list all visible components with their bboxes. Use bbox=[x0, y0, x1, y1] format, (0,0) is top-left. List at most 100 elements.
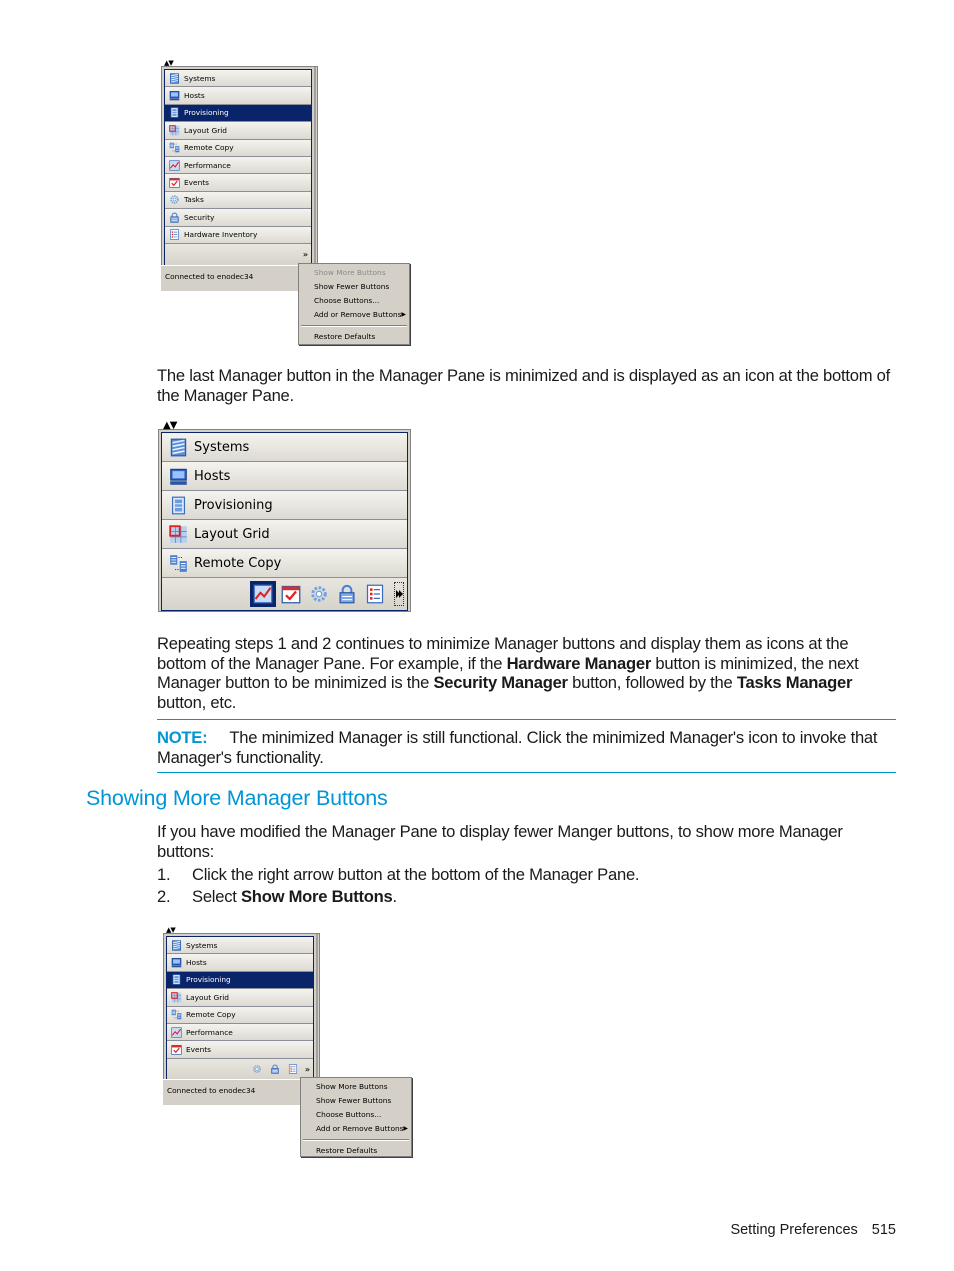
manager-button-events[interactable]: Events bbox=[167, 1041, 313, 1059]
step-text: Click the right arrow button at the bott… bbox=[192, 865, 640, 884]
minimized-buttons-bar bbox=[162, 578, 407, 610]
pane-splitter bbox=[314, 67, 316, 268]
manager-button-performance[interactable]: Performance bbox=[165, 156, 311, 175]
manager-button-hosts[interactable]: Hosts bbox=[165, 87, 311, 105]
menu-item-show-fewer-buttons[interactable]: Show Fewer Buttons bbox=[301, 1094, 411, 1108]
menu-item-show-fewer-buttons[interactable]: Show Fewer Buttons bbox=[299, 280, 409, 294]
manager-button-systems[interactable]: Systems bbox=[167, 937, 313, 955]
tasks-icon bbox=[309, 584, 329, 604]
manager-button-systems[interactable]: Systems bbox=[165, 70, 311, 88]
overflow-chevron-button[interactable]: » bbox=[305, 1065, 310, 1074]
scroll-arrows[interactable]: ▲▼ bbox=[166, 927, 176, 934]
minimized-hardware-inventory-icon[interactable] bbox=[285, 1061, 301, 1077]
minimized-tasks-icon[interactable] bbox=[306, 581, 332, 607]
manager-button-events[interactable]: Events bbox=[165, 174, 311, 192]
menu-item-label: Show Fewer Buttons bbox=[314, 282, 390, 291]
manager-button-label: Hosts bbox=[184, 91, 205, 101]
status-bar: Connected to enodec34 bbox=[163, 1079, 317, 1105]
manager-button-label: Events bbox=[184, 178, 210, 188]
remote-copy-icon bbox=[168, 142, 180, 154]
hosts-icon bbox=[168, 466, 188, 486]
step-2: 2. Select Show More Buttons. bbox=[157, 887, 397, 907]
manager-button-label: Provisioning bbox=[184, 108, 229, 118]
scroll-arrows[interactable]: ▲▼ bbox=[163, 421, 177, 431]
tasks-icon bbox=[252, 1064, 262, 1074]
manager-button-label: Remote Copy bbox=[184, 143, 234, 153]
provisioning-icon bbox=[170, 974, 182, 986]
manager-button-layout-grid[interactable]: Layout Grid bbox=[167, 989, 313, 1007]
page-number: 515 bbox=[871, 1222, 896, 1238]
bold-tasks-manager: Tasks Manager bbox=[736, 673, 853, 692]
systems-icon bbox=[168, 72, 180, 84]
manager-button-provisioning[interactable]: Provisioning bbox=[162, 491, 407, 520]
hardware-inventory-icon bbox=[168, 229, 180, 241]
note-top-rule bbox=[157, 719, 896, 720]
manager-pane: ▲▼ Systems Hosts Provisioning Layout Grid Re… bbox=[161, 60, 318, 269]
menu-item-restore-defaults[interactable]: Restore Defaults bbox=[301, 1144, 411, 1158]
menu-item-choose-buttons[interactable]: Choose Buttons... bbox=[299, 294, 409, 308]
scroll-arrows[interactable]: ▲▼ bbox=[164, 60, 174, 67]
manager-button-layout-grid[interactable]: Layout Grid bbox=[165, 122, 311, 140]
manager-button-layout-grid[interactable]: Layout Grid bbox=[162, 520, 407, 549]
menu-item-label: Show More Buttons bbox=[314, 268, 386, 277]
bold-hardware-manager: Hardware Manager bbox=[506, 653, 652, 673]
manager-button-hosts[interactable]: Hosts bbox=[167, 954, 313, 972]
manager-button-remote-copy[interactable]: Remote Copy bbox=[165, 139, 311, 157]
remote-copy-icon bbox=[170, 1009, 182, 1021]
manager-button-hosts[interactable]: Hosts bbox=[162, 462, 407, 491]
provisioning-icon bbox=[168, 107, 180, 119]
menu-item-restore-defaults[interactable]: Restore Defaults bbox=[299, 330, 409, 344]
remote-copy-icon bbox=[168, 553, 188, 573]
bold-show-more-buttons: Show More Buttons bbox=[240, 887, 393, 906]
menu-item-label: Show Fewer Buttons bbox=[316, 1096, 392, 1105]
text-run: button, followed by the bbox=[567, 673, 737, 692]
hardware-inventory-icon bbox=[288, 1064, 298, 1074]
figure-manager-pane-menu-2: ▲▼ Systems Hosts Provisioning Layout Grid Re… bbox=[163, 927, 415, 1159]
manager-pane: ▲▼ Systems Hosts Provisioning Layout Grid Re… bbox=[158, 421, 411, 612]
menu-item-show-more-buttons[interactable]: Show More Buttons bbox=[301, 1080, 411, 1094]
menu-item-show-more-buttons[interactable]: Show More Buttons bbox=[299, 266, 409, 280]
manager-button-performance[interactable]: Performance bbox=[167, 1023, 313, 1042]
step-number: 2. bbox=[157, 887, 171, 906]
submenu-arrow-icon: ▶ bbox=[401, 311, 406, 318]
manager-button-label: Performance bbox=[186, 1027, 233, 1037]
manager-button-security[interactable]: Security bbox=[165, 209, 311, 227]
overflow-context-menu: Show More Buttons Show Fewer Buttons Choos… bbox=[300, 1077, 412, 1157]
minimized-buttons-bar: » bbox=[167, 1058, 313, 1080]
events-icon bbox=[170, 1044, 182, 1056]
menu-item-label: Restore Defaults bbox=[316, 1146, 378, 1155]
menu-item-add-or-remove-buttons[interactable]: Add or Remove Buttons ▶ bbox=[301, 1122, 411, 1136]
menu-item-label: Add or Remove Buttons bbox=[316, 1124, 404, 1133]
manager-button-provisioning[interactable]: Provisioning bbox=[165, 104, 311, 123]
manager-button-tasks[interactable]: Tasks bbox=[165, 191, 311, 210]
step-text: . bbox=[392, 887, 398, 906]
minimized-security-icon[interactable] bbox=[267, 1061, 283, 1077]
menu-item-add-or-remove-buttons[interactable]: Add or Remove Buttons ▶ bbox=[299, 308, 409, 322]
minimized-events-icon[interactable] bbox=[278, 581, 304, 607]
minimized-security-icon[interactable] bbox=[334, 581, 360, 607]
layout-grid-icon bbox=[170, 991, 182, 1003]
manager-button-systems[interactable]: Systems bbox=[162, 433, 407, 462]
overflow-chevron-button[interactable] bbox=[394, 582, 404, 606]
menu-item-choose-buttons[interactable]: Choose Buttons... bbox=[301, 1108, 411, 1122]
overflow-chevron-button[interactable]: » bbox=[303, 250, 308, 259]
note-bottom-rule bbox=[157, 772, 896, 773]
manager-button-hardware-inventory[interactable]: Hardware Inventory bbox=[165, 226, 311, 244]
manager-button-label: Performance bbox=[184, 160, 231, 170]
manager-button-provisioning[interactable]: Provisioning bbox=[167, 971, 313, 990]
manager-button-label: Hosts bbox=[194, 468, 231, 484]
page-footer: Setting Preferences 515 bbox=[730, 1222, 896, 1238]
minimized-performance-icon[interactable] bbox=[250, 581, 276, 607]
status-text: Connected to enodec34 bbox=[167, 1086, 256, 1095]
minimized-tasks-icon[interactable] bbox=[249, 1061, 265, 1077]
manager-button-label: Provisioning bbox=[194, 497, 273, 513]
manager-button-label: Provisioning bbox=[186, 975, 231, 985]
manager-button-label: Layout Grid bbox=[194, 526, 270, 542]
note-text: The minimized Manager is still functiona… bbox=[157, 728, 878, 767]
step-number: 1. bbox=[157, 865, 171, 884]
security-icon bbox=[270, 1064, 280, 1074]
manager-button-remote-copy[interactable]: Remote Copy bbox=[162, 549, 407, 578]
manager-button-list: Systems Hosts Provisioning Layout Grid Remot… bbox=[164, 69, 312, 266]
manager-button-remote-copy[interactable]: Remote Copy bbox=[167, 1006, 313, 1024]
minimized-hardware-inventory-icon[interactable] bbox=[362, 581, 388, 607]
